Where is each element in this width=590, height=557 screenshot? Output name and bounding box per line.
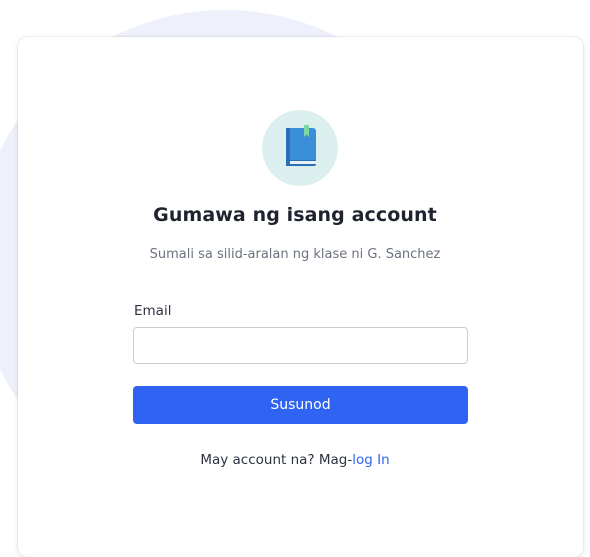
email-label: Email bbox=[134, 303, 172, 319]
email-field[interactable] bbox=[133, 327, 468, 364]
login-prompt: May account na? Mag-log In bbox=[0, 452, 590, 468]
next-button[interactable]: Susunod bbox=[133, 386, 468, 424]
app-logo bbox=[262, 110, 338, 186]
login-link[interactable]: log In bbox=[352, 452, 389, 468]
book-icon bbox=[286, 125, 316, 166]
page-subtitle: Sumali sa silid-aralan ng klase ni G. Sa… bbox=[149, 247, 441, 262]
login-prompt-text: May account na? Mag- bbox=[200, 452, 353, 468]
page-title: Gumawa ng isang account bbox=[153, 204, 437, 226]
